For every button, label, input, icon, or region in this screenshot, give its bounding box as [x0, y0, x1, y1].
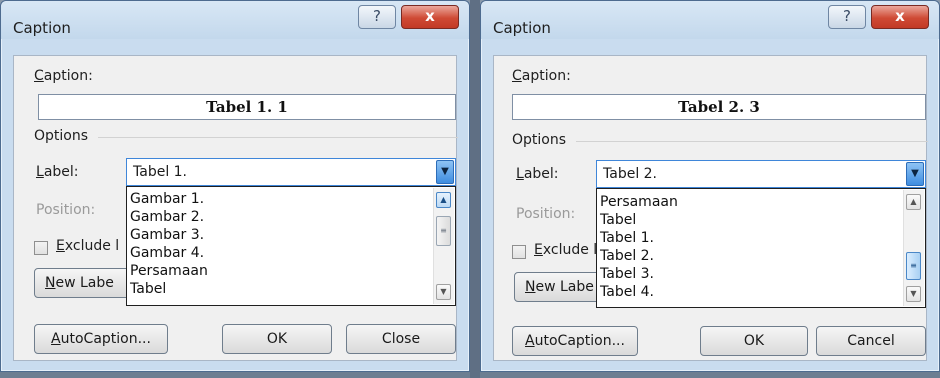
caption-input[interactable]: Tabel 2. 3	[512, 94, 926, 120]
autocaption-accel: A	[51, 331, 61, 347]
options-divider	[98, 137, 458, 138]
close-window-button[interactable]: x	[401, 5, 459, 29]
dialog-title: Caption	[13, 19, 71, 37]
exclude-label-checkbox[interactable]	[34, 241, 48, 255]
dropdown-arrow-icon[interactable]: ▼	[906, 162, 924, 186]
caption-input[interactable]: Tabel 1. 1	[38, 94, 456, 120]
dialog-body: Caption: Tabel 2. 3 Options Label: Tabel…	[493, 55, 928, 361]
label-accel: L	[516, 166, 524, 182]
new-label-rest: ew Labe	[55, 275, 114, 291]
caption-field-label: Caption:	[512, 68, 571, 84]
caption-dialog-right: Caption ? x Caption: Tabel 2. 3 Options …	[480, 0, 940, 372]
label-dropdown-list[interactable]: Persamaan Tabel Tabel 1. Tabel 2. Tabel …	[596, 188, 926, 308]
exclude-label-checkbox[interactable]	[512, 245, 526, 259]
label-dropdown-list[interactable]: Gambar 1. Gambar 2. Gambar 3. Gambar 4. …	[126, 186, 456, 306]
ok-button[interactable]: OK	[222, 324, 332, 354]
scroll-up-icon[interactable]: ▲	[906, 194, 921, 210]
new-label-accel: N	[45, 275, 56, 291]
list-item[interactable]: Gambar 3.	[130, 227, 204, 243]
list-scrollbar[interactable]: ▲ ≡ ▼	[903, 190, 924, 306]
position-field-label: Position:	[516, 206, 576, 222]
position-field-label: Position:	[36, 202, 96, 218]
list-item[interactable]: Tabel 1.	[600, 230, 654, 246]
list-item[interactable]: Tabel 3.	[600, 266, 654, 282]
caption-label-rest: aption:	[521, 68, 571, 84]
label-dropdown[interactable]: Tabel 1. ▼	[126, 158, 456, 186]
close-button[interactable]: Close	[346, 324, 456, 354]
exclude-rest: xclude l	[64, 238, 120, 254]
list-item[interactable]: Tabel	[130, 281, 166, 297]
options-divider	[576, 141, 928, 142]
autocaption-accel: A	[525, 333, 535, 349]
options-group-label: Options	[512, 132, 567, 148]
title-bar: Caption ? x	[481, 1, 939, 39]
caption-accel: C	[34, 68, 44, 84]
list-item[interactable]: Gambar 4.	[130, 245, 204, 261]
label-accel: L	[36, 164, 44, 180]
label-dropdown[interactable]: Tabel 2. ▼	[596, 160, 926, 188]
exclude-accel: E	[56, 238, 65, 254]
help-button[interactable]: ?	[828, 5, 866, 29]
list-item[interactable]: Tabel	[600, 212, 636, 228]
options-group-label: Options	[34, 128, 89, 144]
caption-dialog-left: Caption ? x Caption: Tabel 1. 1 Options …	[0, 0, 470, 372]
list-item[interactable]: Gambar 2.	[130, 209, 204, 225]
dialog-title: Caption	[493, 19, 551, 37]
new-label-rest: ew Labe	[535, 279, 594, 295]
autocaption-button[interactable]: AutoCaption...	[34, 324, 168, 354]
exclude-accel: E	[534, 242, 543, 258]
scroll-thumb[interactable]: ≡	[906, 252, 921, 280]
help-button[interactable]: ?	[358, 5, 396, 29]
autocaption-rest: utoCaption...	[60, 331, 151, 347]
new-label-button[interactable]: New Labe	[514, 272, 604, 302]
caption-label-rest: aption:	[43, 68, 93, 84]
close-window-button[interactable]: x	[871, 5, 929, 29]
exclude-label-text: Exclude l	[534, 242, 597, 258]
caption-accel: C	[512, 68, 522, 84]
list-item[interactable]: Tabel 2.	[600, 248, 654, 264]
label-label-rest: abel:	[523, 166, 559, 182]
scroll-down-icon[interactable]: ▼	[436, 284, 451, 300]
autocaption-button[interactable]: AutoCaption...	[512, 326, 638, 356]
dropdown-arrow-icon[interactable]: ▼	[436, 160, 454, 184]
list-item[interactable]: Tabel 4.	[600, 284, 654, 300]
caption-field-label: Caption:	[34, 68, 93, 84]
autocaption-rest: utoCaption...	[534, 333, 625, 349]
title-bar: Caption ? x	[1, 1, 469, 39]
list-item[interactable]: Persamaan	[130, 263, 208, 279]
label-field-label: Label:	[36, 164, 79, 180]
scroll-thumb[interactable]: ≡	[436, 216, 451, 246]
label-label-rest: abel:	[43, 164, 79, 180]
exclude-rest: xclude l	[542, 242, 598, 258]
label-dropdown-value: Tabel 2.	[603, 166, 658, 182]
scroll-down-icon[interactable]: ▼	[906, 286, 921, 302]
label-dropdown-value: Tabel 1.	[133, 164, 188, 180]
new-label-accel: N	[525, 279, 536, 295]
ok-button[interactable]: OK	[700, 326, 808, 356]
new-label-button[interactable]: New Labe	[34, 268, 134, 298]
dialog-body: Caption: Tabel 1. 1 Options Label: Tabel…	[13, 55, 458, 361]
list-scrollbar[interactable]: ▲ ≡ ▼	[433, 188, 454, 304]
window-gap	[470, 0, 480, 378]
list-item[interactable]: Persamaan	[600, 194, 678, 210]
cancel-button[interactable]: Cancel	[816, 326, 926, 356]
exclude-label-text: Exclude l	[56, 238, 119, 254]
scroll-up-icon[interactable]: ▲	[436, 192, 451, 208]
label-field-label: Label:	[516, 166, 559, 182]
list-item[interactable]: Gambar 1.	[130, 191, 204, 207]
